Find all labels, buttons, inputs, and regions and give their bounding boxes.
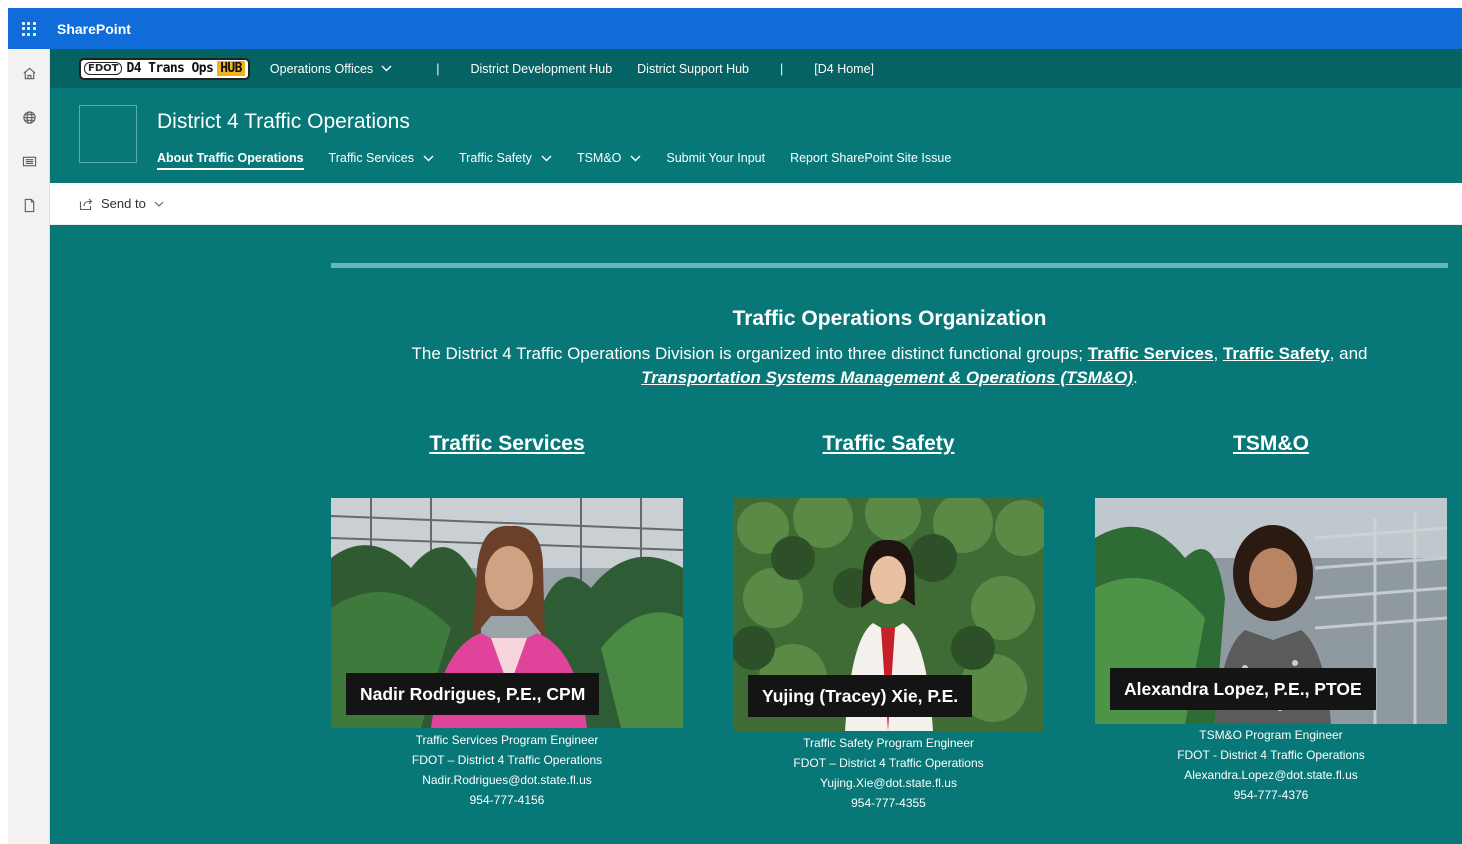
org-description-text: The District 4 Traffic Operations Divisi…: [411, 344, 1088, 363]
suite-bar: SharePoint: [8, 8, 1462, 49]
person-phone: 954-777-4376: [1233, 788, 1309, 802]
contact-info: Traffic Services Program Engineer FDOT –…: [331, 730, 683, 810]
hub-navigation: FDOT D4 Trans Ops HUB Operations Offices…: [50, 49, 1462, 88]
chevron-down-icon: [541, 155, 552, 161]
share-icon: [79, 198, 93, 210]
traffic-safety-link[interactable]: Traffic Safety: [1223, 344, 1330, 363]
nav-item-label: Submit Your Input: [666, 151, 766, 165]
nav-submit-your-input[interactable]: Submit Your Input: [666, 144, 765, 172]
file-icon: [24, 198, 34, 212]
person-email[interactable]: Nadir.Rodrigues@dot.state.fl.us: [331, 770, 683, 790]
chevron-down-icon: [381, 65, 392, 72]
nav-item-label: Traffic Safety: [458, 151, 532, 165]
hub-link-label: Operations Offices: [269, 61, 374, 76]
person-organization: FDOT – District 4 Traffic Operations: [793, 756, 984, 770]
send-to-button[interactable]: Send to: [79, 196, 172, 211]
chevron-down-icon: [154, 201, 164, 207]
hub-logo-hub: HUB: [217, 61, 245, 76]
nav-traffic-services[interactable]: Traffic Services: [329, 144, 434, 172]
person-organization: FDOT - District 4 Traffic Operations: [1177, 748, 1365, 762]
yujing-xie-photo: Yujing (Tracey) Xie, P.E.: [733, 498, 1044, 731]
hub-link-label: District Support Hub: [637, 61, 750, 76]
app-launcher-button[interactable]: [8, 8, 49, 49]
news-icon: [22, 156, 36, 166]
rail-news-button[interactable]: [8, 139, 50, 183]
hub-link-district-support-hub[interactable]: District Support Hub: [637, 62, 749, 76]
nav-report-site-issue[interactable]: Report SharePoint Site Issue: [790, 144, 951, 172]
nav-item-label: About Traffic Operations: [157, 151, 304, 165]
tsmo-heading[interactable]: TSM&O: [1095, 432, 1447, 456]
traffic-safety-heading[interactable]: Traffic Safety: [733, 432, 1044, 456]
hub-link-district-development-hub[interactable]: District Development Hub: [470, 62, 612, 76]
rail-sites-button[interactable]: [8, 95, 50, 139]
contact-info: TSM&O Program Engineer FDOT - District 4…: [1095, 725, 1447, 805]
person-name: Nadir Rodrigues, P.E., CPM: [346, 673, 600, 715]
chevron-down-icon: [630, 155, 641, 161]
person-phone: 954-777-4355: [851, 796, 926, 810]
person-email[interactable]: Yujing.Xie@dot.state.fl.us: [733, 773, 1044, 793]
section-divider: [331, 263, 1448, 268]
rail-home-button[interactable]: [8, 51, 50, 95]
org-description-separator: ,: [1213, 344, 1223, 363]
send-to-label: Send to: [101, 196, 146, 211]
nav-item-label: TSM&O: [576, 151, 622, 165]
page-content: Traffic Operations Organization The Dist…: [50, 225, 1462, 844]
nav-item-label: Traffic Services: [328, 151, 414, 165]
site-header: District 4 Traffic Operations About Traf…: [50, 88, 1462, 183]
person-name: Yujing (Tracey) Xie, P.E.: [748, 675, 973, 717]
hub-link-d4-home[interactable]: [D4 Home]: [814, 62, 874, 76]
org-description-separator: , and: [1329, 344, 1368, 363]
fdot-logo-badge: FDOT: [84, 62, 123, 75]
hub-link-label: District Development Hub: [470, 61, 613, 76]
hub-link-operations-offices[interactable]: Operations Offices: [270, 62, 392, 76]
org-description-suffix: .: [1133, 368, 1138, 387]
contact-info: Traffic Safety Program Engineer FDOT – D…: [733, 733, 1044, 813]
person-role: Traffic Services Program Engineer: [415, 733, 599, 747]
home-icon: [23, 67, 35, 79]
site-title[interactable]: District 4 Traffic Operations: [157, 110, 410, 134]
org-description: The District 4 Traffic Operations Divisi…: [331, 342, 1448, 390]
nav-about-traffic-operations[interactable]: About Traffic Operations: [157, 144, 304, 172]
sharepoint-window: SharePoint FDOT D4 Trans Ops HUB Operati…: [8, 8, 1462, 844]
nav-traffic-safety[interactable]: Traffic Safety: [459, 144, 552, 172]
chevron-down-icon: [423, 155, 434, 161]
traffic-services-link[interactable]: Traffic Services: [1088, 344, 1214, 363]
traffic-services-heading[interactable]: Traffic Services: [331, 432, 683, 456]
person-organization: FDOT – District 4 Traffic Operations: [411, 753, 603, 767]
person-role: Traffic Safety Program Engineer: [803, 736, 974, 750]
hub-link-label: [D4 Home]: [814, 61, 875, 76]
site-navigation: About Traffic Operations Traffic Service…: [157, 144, 976, 172]
hub-separator: |: [780, 61, 784, 76]
nadir-rodrigues-photo: Nadir Rodrigues, P.E., CPM: [331, 498, 683, 728]
globe-icon: [22, 110, 36, 124]
hub-logo-text: D4 Trans Ops: [126, 61, 214, 76]
person-email[interactable]: Alexandra.Lopez@dot.state.fl.us: [1095, 765, 1447, 785]
hub-separator: |: [436, 61, 440, 76]
command-bar: Send to: [50, 183, 1462, 225]
app-rail: [8, 49, 50, 844]
nav-item-label: Report SharePoint Site Issue: [790, 151, 952, 165]
nav-tsmo[interactable]: TSM&O: [577, 144, 641, 172]
app-name[interactable]: SharePoint: [57, 21, 131, 37]
rail-files-button[interactable]: [8, 183, 50, 227]
person-name: Alexandra Lopez, P.E., PTOE: [1110, 668, 1376, 710]
alexandra-lopez-photo: Alexandra Lopez, P.E., PTOE: [1095, 498, 1447, 724]
person-phone: 954-777-4156: [469, 793, 545, 807]
site-logo[interactable]: [79, 105, 137, 163]
hub-logo[interactable]: FDOT D4 Trans Ops HUB: [79, 57, 250, 80]
tsmo-link[interactable]: Transportation Systems Management & Oper…: [641, 368, 1133, 387]
waffle-icon: [21, 21, 36, 36]
person-role: TSM&O Program Engineer: [1199, 728, 1343, 742]
org-title: Traffic Operations Organization: [732, 307, 1047, 330]
